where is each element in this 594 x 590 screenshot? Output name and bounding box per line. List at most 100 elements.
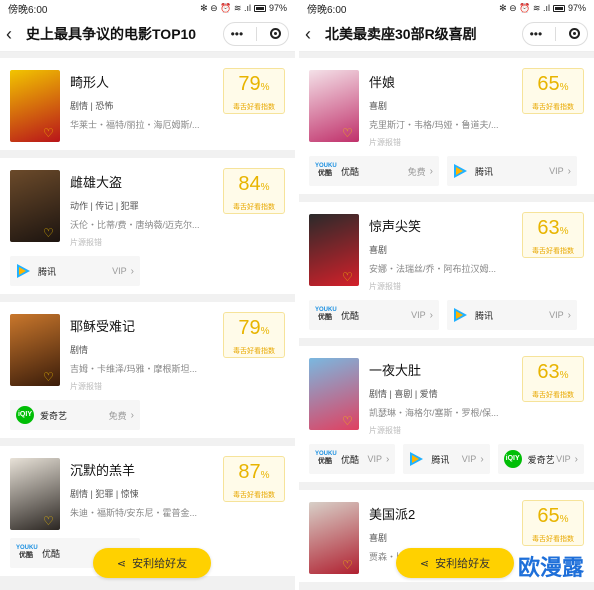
favorite-heart-icon[interactable]: ♡	[342, 559, 356, 571]
platform-button[interactable]: YOUKU 优酷 优酷 VIP ›	[309, 444, 396, 474]
movie-card-row: ♡ 畸形人 剧情 | 恐怖 华莱士・福特/丽拉・海厄姆斯/... 79% 毒舌好看指数	[10, 68, 285, 142]
score-number: 63	[537, 217, 560, 239]
more-menu-icon[interactable]: •••	[231, 27, 244, 41]
movie-genre: 喜剧	[369, 101, 388, 111]
movie-title: 耶稣受难记	[70, 319, 136, 334]
movie-poster[interactable]: ♡	[10, 70, 60, 142]
favorite-heart-icon[interactable]: ♡	[342, 127, 356, 139]
left-phone-screen: 傍晚6:00 ✻ ⊖ ⏰ ≋ .ıl 97% ‹ 史上最具争议的电影TOP10 …	[0, 0, 295, 590]
miniprogram-capsule: •••	[522, 21, 588, 46]
platform-price: 免费	[407, 166, 426, 177]
movie-card[interactable]: ♡ 一夜大肚 剧情 | 喜剧 | 爱情 凯瑟琳・海格尔/塞斯・罗根/保... 片源报错 6…	[299, 346, 594, 482]
score-number: 65	[537, 505, 560, 527]
chevron-right-icon: ›	[429, 165, 433, 177]
favorite-heart-icon[interactable]: ♡	[342, 271, 356, 283]
score-number: 79	[238, 73, 261, 95]
score-badge: 84% 毒舌好看指数	[223, 168, 285, 214]
movie-card[interactable]: ♡ 耶稣受难记 剧情 吉姆・卡维泽/玛雅・摩根斯坦... 片源报错 79% 毒舌好看指数 iQ…	[0, 302, 295, 438]
platform-button[interactable]: 腾讯 VIP ›	[403, 444, 490, 474]
score-percent: %	[260, 470, 270, 481]
movie-info: 耶稣受难记 剧情 吉姆・卡维泽/玛雅・摩根斯坦... 片源报错	[60, 314, 223, 392]
share-button[interactable]: ⋖ 安利给好友	[93, 548, 211, 578]
report-source-link[interactable]: 片源报错	[70, 237, 223, 248]
movie-card[interactable]: ♡ 伴娘 喜剧 克里斯汀・韦格/玛娅・鲁道夫/... 片源报错 65% 毒舌好看指数 YOUK…	[299, 58, 594, 194]
chevron-right-icon: ›	[130, 409, 134, 421]
nav-bar: ‹ 史上最具争议的电影TOP10 •••	[0, 16, 295, 52]
movie-poster[interactable]: ♡	[309, 358, 359, 430]
movie-card[interactable]: ♡ 雌雄大盗 动作 | 传记 | 犯罪 沃伦・比蒂/费・唐纳薇/迈克尔... 片源报错 8…	[0, 158, 295, 294]
movie-cast: 华莱士・福特/丽拉・海厄姆斯/...	[70, 120, 200, 130]
platform-price: 免费	[108, 410, 127, 421]
platform-button[interactable]: 腾讯 VIP ›	[447, 156, 577, 186]
close-miniprogram-icon[interactable]	[270, 28, 282, 39]
favorite-heart-icon[interactable]: ♡	[342, 415, 356, 427]
close-miniprogram-icon[interactable]	[569, 28, 581, 39]
movie-list: ♡ 畸形人 剧情 | 恐怖 华莱士・福特/丽拉・海厄姆斯/... 79% 毒舌好看指数 ♡ 雌…	[0, 58, 295, 584]
report-source-link[interactable]: 片源报错	[369, 425, 522, 436]
movie-list: ♡ 伴娘 喜剧 克里斯汀・韦格/玛娅・鲁道夫/... 片源报错 65% 毒舌好看指数 YOUK…	[299, 58, 594, 590]
report-source-link[interactable]: 片源报错	[369, 281, 522, 292]
score-percent: %	[260, 182, 270, 193]
score-value: 79%	[224, 317, 284, 343]
movie-title: 伴娘	[369, 75, 396, 90]
platform-button[interactable]: 腾讯 VIP ›	[447, 300, 577, 330]
platform-name: 爱奇艺	[40, 410, 68, 421]
movie-genre: 喜剧	[369, 533, 388, 543]
movie-card-row: ♡ 一夜大肚 剧情 | 喜剧 | 爱情 凯瑟琳・海格尔/塞斯・罗根/保... 片源报错 6…	[309, 356, 584, 436]
platform-button[interactable]: iQIY 爱奇艺 免费 ›	[10, 400, 140, 430]
score-percent: %	[559, 82, 569, 93]
report-source-link[interactable]: 片源报错	[369, 137, 522, 148]
platform-name: 优酷	[341, 454, 360, 465]
favorite-heart-icon[interactable]: ♡	[43, 227, 57, 239]
movie-genre: 动作 | 传记 | 犯罪	[70, 201, 139, 211]
platform-button[interactable]: 腾讯 VIP ›	[10, 256, 140, 286]
movie-poster[interactable]: ♡	[10, 314, 60, 386]
youku-logo-icon: YOUKU 优酷	[315, 307, 337, 321]
chevron-right-icon: ›	[574, 453, 578, 465]
movie-poster[interactable]: ♡	[309, 502, 359, 574]
platform-list: YOUKU 优酷 优酷 VIP › 腾讯 VIP ›	[309, 300, 584, 330]
movie-title: 一夜大肚	[369, 363, 422, 378]
platform-price: VIP	[549, 310, 564, 320]
platform-button[interactable]: iQIY 爱奇艺 VIP ›	[497, 444, 584, 474]
movie-poster[interactable]: ♡	[309, 70, 359, 142]
movie-card-row: ♡ 沉默的羔羊 剧情 | 犯罪 | 惊悚 朱迪・福斯特/安东尼・霍普金... 87% 毒舌…	[10, 456, 285, 530]
chevron-right-icon: ›	[130, 265, 134, 277]
more-menu-icon[interactable]: •••	[530, 27, 543, 41]
status-time: 傍晚6:00	[8, 4, 48, 16]
movie-poster[interactable]: ♡	[10, 458, 60, 530]
score-label: 毒舌好看指数	[233, 104, 275, 111]
platform-button[interactable]: YOUKU 优酷 优酷 VIP ›	[309, 300, 439, 330]
nav-bar: ‹ 北美最卖座30部R级喜剧 •••	[299, 16, 594, 52]
page-title: 史上最具争议的电影TOP10	[26, 25, 197, 42]
report-source-link[interactable]: 片源报错	[70, 381, 223, 392]
share-button[interactable]: ⋖ 安利给好友	[396, 548, 514, 578]
movie-title: 雌雄大盗	[70, 175, 123, 190]
platform-name: 腾讯	[38, 266, 57, 277]
movie-genre: 剧情 | 喜剧 | 爱情	[369, 389, 438, 399]
score-number: 79	[238, 317, 261, 339]
battery-level: 97%	[567, 3, 586, 13]
platform-button[interactable]: YOUKU 优酷 优酷 免费 ›	[309, 156, 439, 186]
back-arrow-icon[interactable]: ‹	[6, 25, 22, 43]
movie-poster[interactable]: ♡	[10, 170, 60, 242]
movie-info: 雌雄大盗 动作 | 传记 | 犯罪 沃伦・比蒂/费・唐纳薇/迈克尔... 片源报错	[60, 170, 223, 248]
tencent-video-logo-icon	[453, 163, 469, 179]
favorite-heart-icon[interactable]: ♡	[43, 515, 57, 527]
chevron-right-icon: ›	[567, 165, 571, 177]
favorite-heart-icon[interactable]: ♡	[43, 127, 57, 139]
movie-card[interactable]: ♡ 畸形人 剧情 | 恐怖 华莱士・福特/丽拉・海厄姆斯/... 79% 毒舌好看指数	[0, 58, 295, 150]
score-badge: 63% 毒舌好看指数	[522, 212, 584, 258]
platform-price: VIP	[556, 454, 571, 464]
movie-card-row: ♡ 伴娘 喜剧 克里斯汀・韦格/玛娅・鲁道夫/... 片源报错 65% 毒舌好看指数	[309, 68, 584, 148]
score-label: 毒舌好看指数	[233, 204, 275, 211]
back-arrow-icon[interactable]: ‹	[305, 25, 321, 43]
favorite-heart-icon[interactable]: ♡	[43, 371, 57, 383]
movie-info: 畸形人 剧情 | 恐怖 华莱士・福特/丽拉・海厄姆斯/...	[60, 70, 223, 142]
movie-genre: 剧情 | 恐怖	[70, 101, 114, 111]
share-icon: ⋖	[419, 557, 430, 570]
movie-card[interactable]: ♡ 惊声尖笑 喜剧 安娜・法瑞丝/乔・阿布拉汉姆... 片源报错 63% 毒舌好看指数 YOU…	[299, 202, 594, 338]
movie-poster[interactable]: ♡	[309, 214, 359, 286]
battery-level: 97%	[268, 3, 287, 13]
score-value: 79%	[224, 73, 284, 99]
